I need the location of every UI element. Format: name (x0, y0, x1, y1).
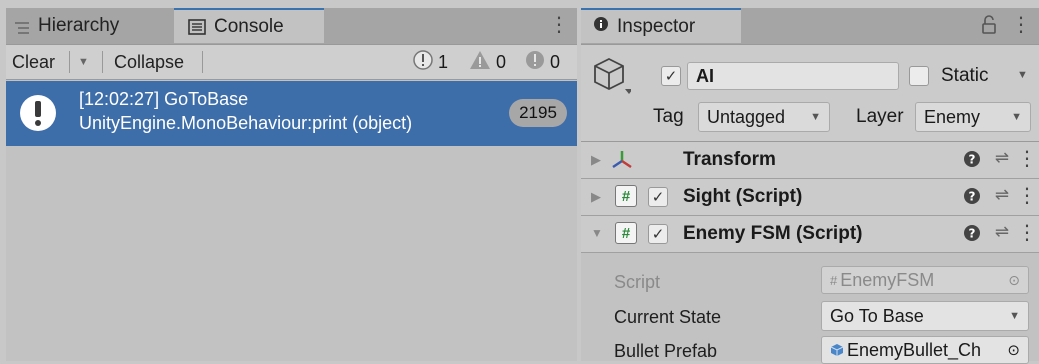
object-picker-icon[interactable]: ⊙ (1007, 341, 1020, 359)
script-hash-icon: # (615, 185, 637, 207)
tab-hierarchy-label: Hierarchy (38, 15, 120, 36)
warning-count: 0 (496, 51, 507, 72)
prefab-cube-icon (830, 343, 844, 357)
toolbar-divider (102, 51, 103, 73)
script-value: EnemyFSM (840, 269, 935, 290)
presets-icon[interactable]: ⇌ (995, 148, 1009, 168)
chevron-down-icon: ▼ (1009, 310, 1020, 322)
toolbar-divider (202, 51, 203, 73)
bullet-prefab-label: Bullet Prefab (614, 341, 718, 361)
tab-hierarchy[interactable]: Hierarchy (14, 8, 119, 44)
static-label: Static (941, 65, 989, 86)
svg-text:?: ? (969, 190, 976, 204)
enemy-fsm-component-header[interactable]: ▼ # ✓ Enemy FSM (Script) ? ⇌ (581, 216, 1039, 253)
console-icon (188, 18, 206, 35)
script-label: Script (614, 272, 661, 292)
bullet-prefab-field[interactable]: EnemyBullet_Ch ⊙ (821, 336, 1029, 364)
log-entry-count-badge: 2195 (509, 99, 567, 127)
log-entry-message: [12:02:27] GoToBase (79, 89, 249, 109)
static-checkbox[interactable] (909, 66, 929, 86)
tab-inspector-label: Inspector (617, 15, 696, 37)
info-count-toggle[interactable]: 1 (412, 45, 448, 79)
console-menu-icon[interactable] (549, 14, 563, 36)
current-state-dropdown[interactable]: Go To Base ▼ (821, 301, 1029, 331)
tab-console-label: Console (214, 15, 284, 37)
component-menu-icon[interactable] (1017, 185, 1031, 207)
help-icon[interactable]: ? (963, 187, 981, 210)
lock-icon[interactable] (981, 15, 997, 40)
enemy-fsm-enabled-checkbox[interactable]: ✓ (648, 224, 668, 244)
static-dropdown-icon[interactable]: ▼ (1017, 69, 1028, 81)
enemy-fsm-title: Enemy FSM (Script) (683, 223, 863, 244)
gameobject-name-field[interactable]: AI (687, 62, 899, 90)
tag-dropdown[interactable]: Untagged ▼ (698, 102, 830, 132)
clear-button[interactable]: Clear (12, 45, 55, 79)
info-count: 1 (438, 51, 449, 72)
warning-triangle-icon (468, 49, 492, 76)
svg-text:?: ? (969, 153, 976, 167)
script-object-field: # EnemyFSM ⊙ (821, 266, 1029, 294)
log-entry-stacktrace: UnityEngine.MonoBehaviour:print (object) (79, 113, 413, 133)
current-state-label: Current State (614, 307, 722, 327)
component-menu-icon[interactable] (1017, 148, 1031, 170)
current-state-value: Go To Base (830, 305, 924, 326)
active-checkbox[interactable]: ✓ (661, 66, 681, 86)
tag-label: Tag (653, 106, 684, 127)
collapse-button[interactable]: Collapse (114, 45, 184, 79)
bullet-prefab-value: EnemyBullet_Ch (847, 339, 982, 360)
transform-component-header[interactable]: ▶ Transform ? ⇌ (581, 142, 1039, 179)
transform-title: Transform (683, 149, 776, 170)
console-toolbar: Clear ▼ Collapse 1 0 0 (6, 45, 577, 80)
left-tab-bar: Hierarchy Console (6, 8, 577, 45)
tab-console[interactable]: Console (174, 8, 324, 43)
inspector-menu-icon[interactable] (1011, 14, 1025, 36)
layer-value: Enemy (924, 106, 981, 127)
gameobject-header: ✓ AI Static ▼ Tag Untagged ▼ Layer Enemy… (581, 45, 1039, 142)
layer-label: Layer (856, 106, 904, 127)
foldout-arrow-icon[interactable]: ▶ (591, 189, 601, 205)
svg-text:?: ? (969, 227, 976, 241)
sight-title: Sight (Script) (683, 186, 803, 207)
help-icon[interactable]: ? (963, 150, 981, 173)
console-pane: Hierarchy Console Clear ▼ Collapse 1 0 (6, 8, 577, 361)
clear-options-dropdown-icon[interactable]: ▼ (78, 45, 89, 79)
presets-icon[interactable]: ⇌ (995, 185, 1009, 205)
hierarchy-icon (14, 19, 30, 34)
script-hash-icon: # (615, 222, 637, 244)
gameobject-cube-icon[interactable] (591, 55, 633, 104)
help-icon[interactable]: ? (963, 224, 981, 247)
component-menu-icon[interactable] (1017, 222, 1031, 244)
layer-dropdown[interactable]: Enemy ▼ (915, 102, 1031, 132)
tab-inspector[interactable]: Inspector (581, 8, 741, 43)
chevron-down-icon: ▼ (1011, 111, 1022, 123)
inspector-pane: Inspector ✓ AI Static ▼ Tag Untagged ▼ L… (581, 8, 1039, 364)
error-count: 0 (550, 51, 561, 72)
chevron-down-icon: ▼ (810, 111, 821, 123)
foldout-expanded-arrow-icon[interactable]: ▼ (591, 226, 603, 240)
info-icon (593, 16, 609, 38)
info-circle-icon (412, 49, 434, 76)
warning-count-toggle[interactable]: 0 (468, 45, 506, 79)
toolbar-divider (69, 51, 70, 73)
sight-enabled-checkbox[interactable]: ✓ (648, 187, 668, 207)
info-message-icon (18, 93, 58, 138)
log-entry-selected[interactable]: [12:02:27] GoToBase UnityEngine.MonoBeha… (6, 81, 577, 146)
script-file-icon: # (830, 272, 838, 288)
transform-axes-icon (611, 149, 633, 176)
error-circle-icon (524, 49, 546, 76)
foldout-arrow-icon[interactable]: ▶ (591, 152, 601, 168)
presets-icon[interactable]: ⇌ (995, 222, 1009, 242)
object-picker-icon: ⊙ (1008, 271, 1020, 288)
sight-component-header[interactable]: ▶ # ✓ Sight (Script) ? ⇌ (581, 179, 1039, 216)
inspector-tab-bar: Inspector (581, 8, 1039, 45)
error-count-toggle[interactable]: 0 (524, 45, 560, 79)
tag-value: Untagged (707, 106, 786, 127)
